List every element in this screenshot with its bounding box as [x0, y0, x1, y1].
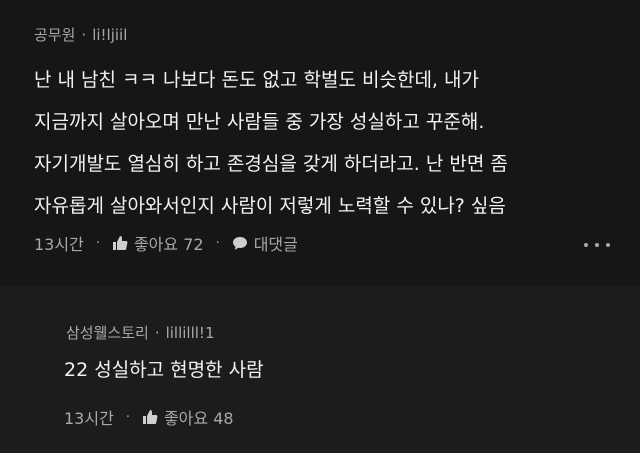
action-separator: ·	[125, 409, 130, 425]
comment-line: 자유롭게 살아와서인지 사람이 저렇게 노력할 수 있나? 싶음	[34, 195, 506, 217]
thumbs-up-icon	[112, 235, 128, 251]
reply-body: 22 성실하고 현명한 사람	[64, 349, 264, 391]
author-name[interactable]: 공무원	[34, 24, 75, 45]
reply-time: 13시간	[64, 409, 114, 428]
thumbs-up-icon	[142, 409, 158, 425]
author-handle: li!ljiil	[92, 25, 128, 44]
reply-like-label: 좋아요 48	[163, 409, 234, 428]
comment-body: 난 내 남친 ㅋㅋ 나보다 돈도 없고 학벌도 비슷한데, 내가 지금까지 살아…	[34, 59, 508, 227]
comment-line: 지금까지 살아오며 만난 사람들 중 가장 성실하고 꾸준해.	[34, 111, 485, 133]
meta-separator: ·	[154, 323, 160, 342]
like-label: 좋아요 72	[133, 235, 204, 254]
more-options-button[interactable]	[584, 240, 610, 250]
like-button[interactable]: 좋아요 72	[112, 231, 204, 255]
reply-text: 22 성실하고 현명한 사람	[64, 359, 264, 381]
reply-like-button[interactable]: 좋아요 48	[142, 405, 234, 429]
action-separator: ·	[95, 235, 100, 251]
reply-item: 삼성웰스토리 · lillilll!1 22 성실하고 현명한 사람 13시간 …	[0, 286, 640, 453]
comment-line: 난 내 남친 ㅋㅋ 나보다 돈도 없고 학벌도 비슷한데, 내가	[34, 69, 479, 91]
reply-author-handle: lillilll!1	[165, 323, 215, 342]
comment-actions: 13시간 · 좋아요 72 · 대댓글	[34, 231, 298, 255]
more-dots-icon	[584, 243, 588, 247]
reply-button[interactable]: 대댓글	[232, 231, 298, 255]
action-separator: ·	[215, 235, 220, 251]
speech-bubble-icon	[232, 235, 248, 251]
comment-time: 13시간	[34, 235, 84, 254]
reply-actions: 13시간 · 좋아요 48	[64, 405, 234, 429]
reply-author-name[interactable]: 삼성웰스토리	[66, 322, 149, 343]
meta-separator: ·	[81, 25, 87, 44]
reply-meta: 삼성웰스토리 · lillilll!1	[66, 322, 215, 343]
comment-line: 자기개발도 열심히 하고 존경심을 갖게 하더라고. 난 반면 좀	[34, 153, 508, 175]
comment-meta: 공무원 · li!ljiil	[34, 24, 127, 45]
comment-item: 공무원 · li!ljiil 난 내 남친 ㅋㅋ 나보다 돈도 없고 학벌도 비…	[0, 0, 640, 286]
reply-label: 대댓글	[253, 235, 298, 254]
